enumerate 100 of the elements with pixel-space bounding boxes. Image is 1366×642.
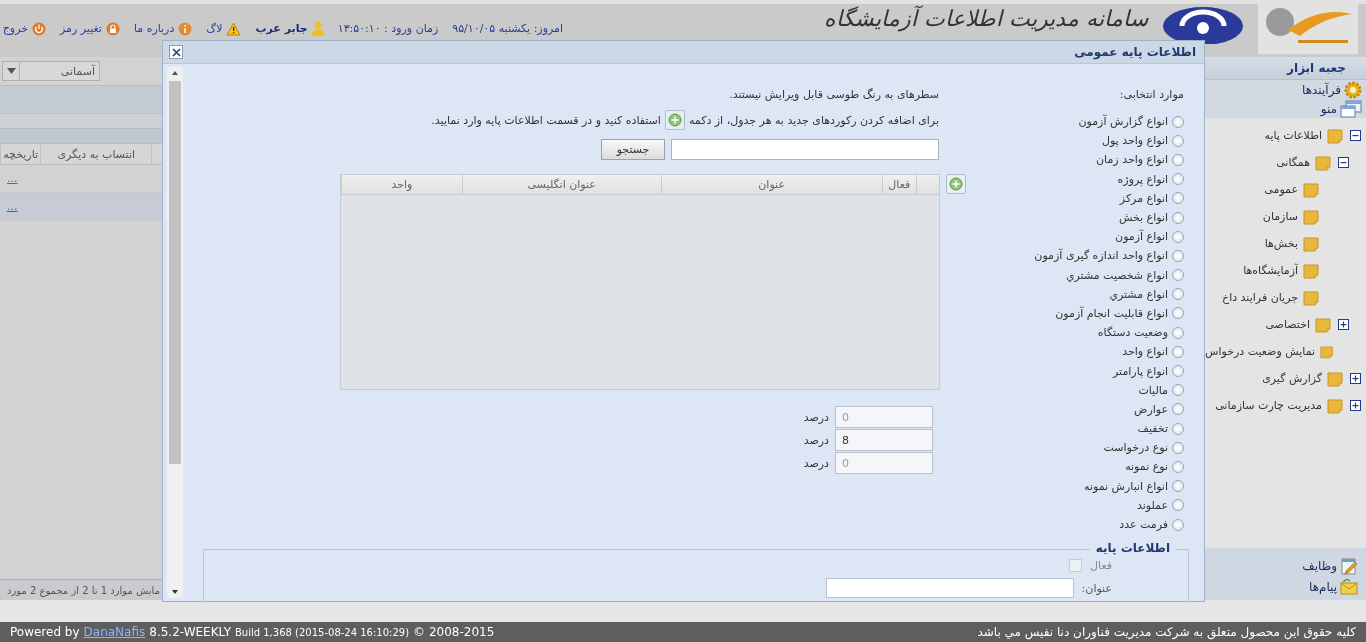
radio-button[interactable] [1172,307,1184,320]
radio-button[interactable] [1172,365,1184,378]
plus-box-icon[interactable] [1337,319,1349,330]
option-label[interactable]: تخفیف [1137,422,1168,436]
toolbox-title: جعبه ابزار [1287,61,1346,75]
option-label[interactable]: انواع پروژه [1117,172,1168,186]
add-button[interactable] [664,110,685,130]
radio-button[interactable] [1172,211,1184,224]
percent-field[interactable]: 0 [835,406,933,428]
radio-button[interactable] [1172,499,1184,512]
radio-button[interactable] [1172,173,1184,186]
close-icon [171,47,181,57]
user-name: جابر عرب [255,22,308,35]
option-label[interactable]: نوع درخواست [1103,441,1168,455]
radio-button[interactable] [1172,230,1184,243]
unit-label: درصد [803,456,829,470]
radio-button[interactable] [1172,249,1184,262]
copyright-text: © 2008-2015 [413,625,495,639]
radio-button[interactable] [1172,460,1184,473]
unit-label: درصد [803,433,829,447]
section-item[interactable]: فرآیندها [1302,82,1341,97]
powered-by-text: Powered by [10,625,80,639]
tree-item[interactable]: همگانی [1276,156,1310,169]
radio-button[interactable] [1172,115,1184,128]
option-label[interactable]: انواع گزارش آزمون [1078,115,1168,129]
radio-button[interactable] [1172,441,1184,454]
radio-button[interactable] [1172,288,1184,301]
option-label[interactable]: عوارض [1134,402,1168,416]
tree-item[interactable]: سازمان [1262,210,1298,223]
version-text: 8.5.2-WEEKLY [149,625,231,639]
tree-item[interactable]: گزارش گیری [1262,372,1322,385]
plus-icon [949,177,963,191]
radio-button[interactable] [1172,480,1184,493]
table-row[interactable]: ... [0,193,162,221]
search-field[interactable] [671,139,939,160]
option-label[interactable]: فرمت عدد [1119,518,1168,532]
radio-button[interactable] [1172,518,1184,531]
radio-button[interactable] [1172,153,1184,166]
add-note-text: استفاده کنید و در قسمت اطلاعات پایه وارد نمایید. [431,113,661,127]
plus-icon [667,113,682,127]
tree-item[interactable]: عمومی [1264,183,1298,196]
tree-item[interactable]: بخش‌ها [1264,237,1298,250]
tree-item[interactable]: اختصاصی [1265,318,1310,331]
option-label[interactable]: انواع مرکز [1119,191,1168,205]
title-field[interactable] [825,578,1074,599]
folder-icon [1303,181,1319,198]
option-label[interactable]: انواع پارامتر [1113,364,1168,378]
radio-button[interactable] [1172,269,1184,282]
minus-box-icon[interactable] [1337,157,1349,168]
row-link[interactable]: ... [7,172,18,185]
option-label[interactable]: وضعیت دستگاه [1097,326,1168,340]
header-link[interactable]: درباره ما [133,22,175,35]
tree-item[interactable]: جریان فرایند داخ [1222,291,1298,304]
header-link[interactable]: خروج [2,22,29,35]
folder-icon [1303,208,1319,225]
tree-item[interactable]: آزمایشگاه‌ها [1243,264,1298,277]
section-item[interactable]: وظایف [1302,558,1337,573]
option-label[interactable]: انواع قابلیت انجام آزمون [1055,306,1168,320]
folder-icon [1315,316,1331,333]
option-label[interactable]: انواع واحد پول [1101,134,1168,148]
plus-box-icon[interactable] [1349,400,1361,411]
readonly-note: سطرهای به رنگ طوسی قابل ویرایش نیستند. [729,87,939,101]
radio-button[interactable] [1172,422,1184,435]
radio-button[interactable] [1172,384,1184,397]
option-label[interactable]: انواع آزمون [1115,230,1168,244]
percent-field[interactable]: 0 [835,452,933,474]
minus-box-icon[interactable] [1349,130,1361,141]
option-label[interactable]: عملوند [1136,498,1168,512]
option-label[interactable]: انواع واحد زمان [1096,153,1168,167]
radio-button[interactable] [1172,345,1184,358]
option-label[interactable]: انواع انبارش نمونه [1084,479,1168,493]
column-header: واحد [341,175,462,194]
option-label[interactable]: انواع مشتري [1109,287,1168,301]
plus-box-icon[interactable] [1349,373,1361,384]
tree-item[interactable]: نمایش وضعیت درخواس [1205,345,1316,358]
row-link[interactable]: ... [7,200,18,213]
company-logo-icon [1258,4,1358,54]
option-label[interactable]: نوع نمونه [1125,460,1168,474]
option-label[interactable]: انواع واحد [1122,345,1168,359]
percent-field[interactable]: 8 [835,429,933,451]
header-link[interactable]: تغییر رمز [60,22,102,35]
option-label[interactable]: انواع شخصیت مشتري [1065,268,1168,282]
option-label[interactable]: انواع بخش [1118,211,1168,225]
search-button[interactable]: جستجو [601,139,665,160]
radio-button[interactable] [1172,192,1184,205]
radio-button[interactable] [1172,403,1184,416]
option-label[interactable]: انواع واحد اندازه گیری آزمون [1034,249,1168,263]
logo-icon [1162,4,1244,44]
tree-item[interactable]: مدیریت چارت سازمانی [1215,399,1322,412]
header-link[interactable]: لاگ [206,22,223,35]
add-row-button[interactable] [946,174,966,194]
theme-dropdown[interactable]: آسمانی [2,61,100,81]
option-label[interactable]: مالیات [1138,383,1168,397]
tree-item[interactable]: اطلاعات پایه [1264,129,1322,142]
scrollbar[interactable] [167,67,183,598]
radio-button[interactable] [1172,134,1184,147]
radio-button[interactable] [1172,326,1184,339]
section-item[interactable]: پیام‌ها [1308,579,1337,594]
section-item[interactable]: منو [1320,101,1337,116]
close-button[interactable] [169,45,183,59]
